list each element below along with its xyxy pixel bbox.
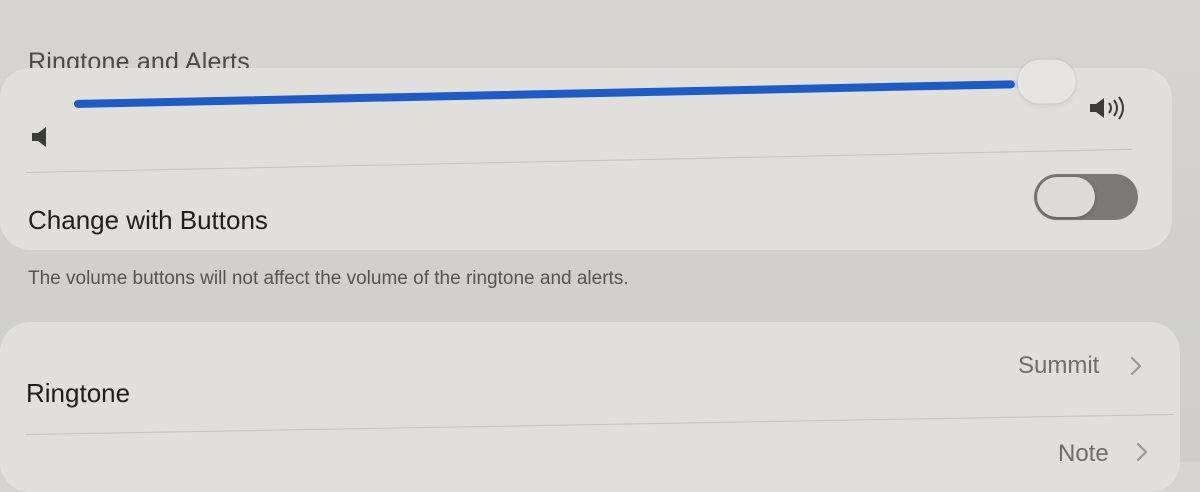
chevron-right-icon: [1130, 356, 1142, 376]
volume-slider-thumb[interactable]: [1017, 59, 1077, 105]
sounds-card: Ringtone Summit Note: [0, 322, 1180, 492]
text-tone-value[interactable]: Note: [1058, 440, 1109, 468]
ringtone-label: Ringtone: [26, 378, 131, 408]
toggle-knob: [1037, 177, 1095, 217]
change-with-buttons-footnote: The volume buttons will not affect the v…: [28, 268, 629, 289]
ringtone-value[interactable]: Summit: [1018, 352, 1099, 380]
divider: [25, 413, 1174, 435]
volume-slider[interactable]: [73, 59, 1077, 108]
volume-slider-row: [0, 59, 1172, 168]
speaker-low-icon: [32, 127, 46, 147]
speaker-high-icon: [1090, 96, 1124, 120]
chevron-right-icon: [1136, 442, 1148, 462]
volume-slider-fill: [73, 80, 1015, 108]
change-with-buttons-label: Change with Buttons: [28, 205, 268, 235]
ringtone-alerts-card: Change with Buttons: [0, 59, 1172, 250]
change-with-buttons-toggle[interactable]: [1034, 174, 1138, 220]
